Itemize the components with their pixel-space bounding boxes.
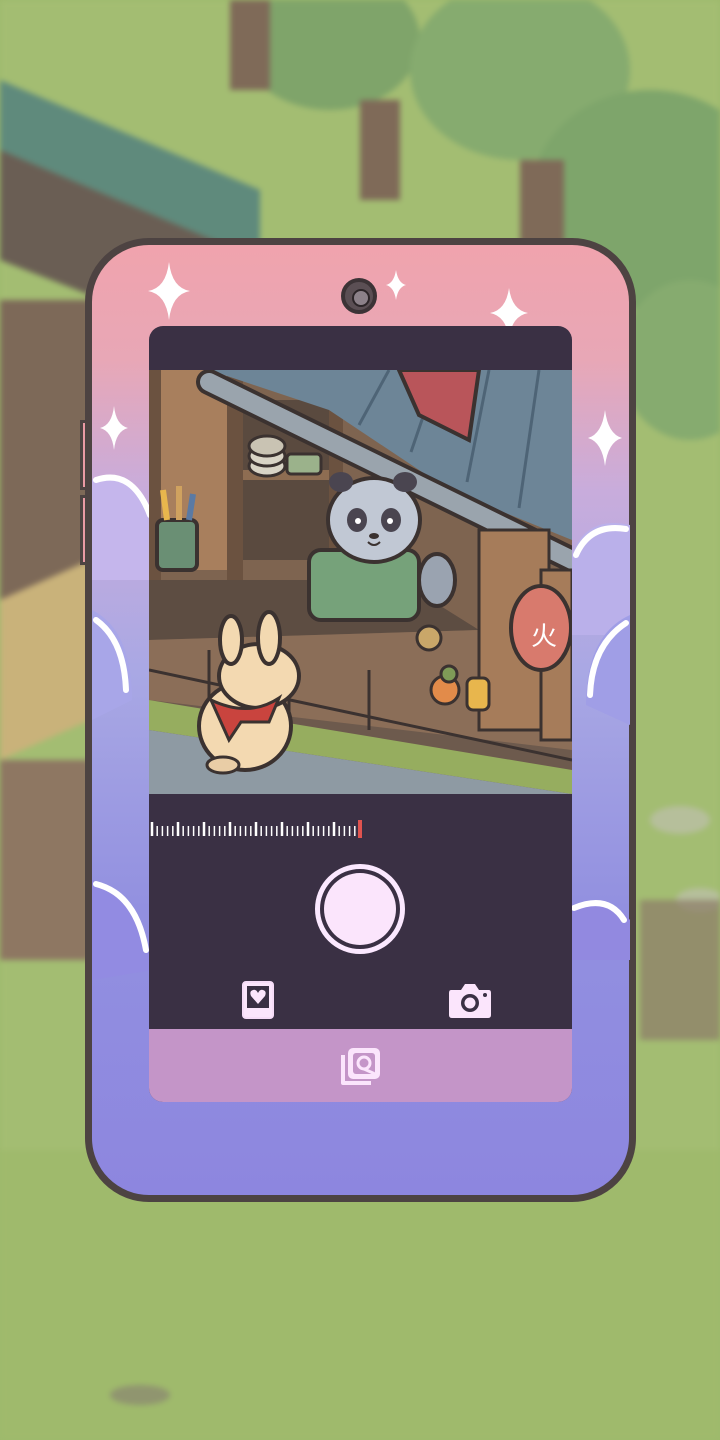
lantern-sign-text: 火 [531,622,557,652]
cloud-decoration-left-mid [92,610,132,720]
sparkle-icon [148,262,190,320]
sparkle-icon [386,270,406,300]
bottom-bar [149,1029,572,1102]
sparkle-icon [588,410,622,466]
zoom-marker[interactable] [358,820,362,838]
zoom-slider[interactable] [149,818,572,844]
front-camera-lens-icon [341,278,377,314]
sparkle-icon [100,406,128,450]
photo-heart-icon[interactable] [241,980,275,1020]
phone-screen: 火 [149,326,572,1102]
cloud-decoration-right-mid [586,615,630,725]
zoom-ruler-ticks [150,820,362,838]
cloud-decoration-right-bottom [568,900,630,960]
shutter-button[interactable] [315,864,405,954]
camera-icon[interactable] [447,980,493,1020]
camera-viewfinder[interactable]: 火 [149,370,572,794]
viewfinder-scene: 火 [149,370,572,794]
photo-album-icon[interactable] [339,1045,383,1087]
